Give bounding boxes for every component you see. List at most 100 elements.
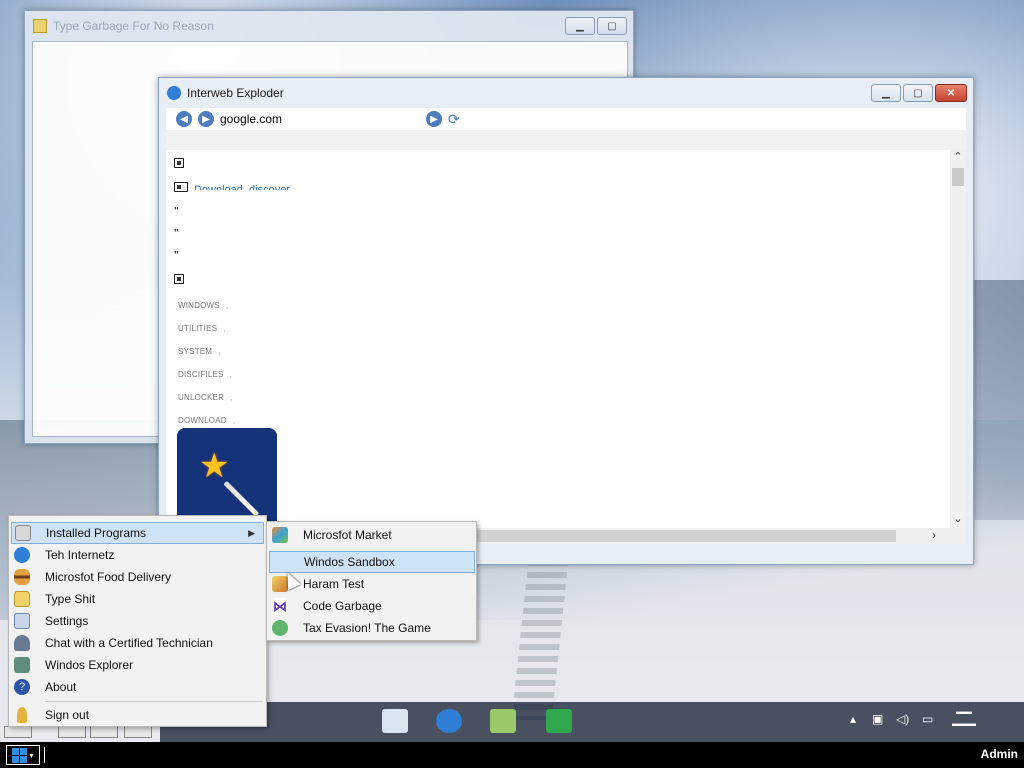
internet-explorer-icon xyxy=(167,86,181,100)
quote-mark: " xyxy=(174,228,179,239)
folder-taskbar-icon[interactable] xyxy=(490,709,516,733)
menu-item-label: Windos Sandbox xyxy=(304,555,395,569)
notification-icon[interactable]: ▭ xyxy=(922,712,933,726)
menu-item-type[interactable]: Type Shit xyxy=(11,588,264,610)
menu-item-installed-programs[interactable]: Installed Programs ▶ xyxy=(11,522,264,544)
address-input[interactable] xyxy=(220,112,420,126)
broken-image-icon xyxy=(174,158,184,168)
help-icon: ? xyxy=(14,679,30,695)
notepad-icon xyxy=(14,591,30,607)
menu-item-label: Sign out xyxy=(45,708,90,722)
technician-icon xyxy=(14,635,30,651)
menu-item-food-delivery[interactable]: Microsfot Food Delivery xyxy=(11,566,264,588)
chevron-right-icon: ▶ xyxy=(248,527,255,538)
close-button[interactable]: ✕ xyxy=(935,84,967,102)
mini-task[interactable] xyxy=(58,726,86,738)
star-icon: ★ xyxy=(199,447,230,485)
scroll-up-icon[interactable]: ⌃ xyxy=(950,150,966,166)
notepad-title: Type Garbage For No Reason xyxy=(53,19,214,33)
nav-link[interactable]: SYSTEM xyxy=(178,347,221,356)
page-content: Download_discover " " " WINDOWS UTILITIE… xyxy=(166,150,966,544)
internet-explorer-taskbar-icon[interactable] xyxy=(436,709,462,733)
vertical-scrollbar[interactable]: ⌃ ⌄ xyxy=(950,150,966,528)
key-icon xyxy=(17,707,27,723)
maximize-button[interactable]: ▢ xyxy=(597,17,627,35)
burger-icon xyxy=(14,569,30,585)
scroll-thumb[interactable] xyxy=(952,168,964,186)
scroll-right-icon[interactable]: › xyxy=(932,528,936,542)
maximize-button[interactable]: ▢ xyxy=(903,84,933,102)
menu-item-chat-technician[interactable]: Chat with a Certified Technician xyxy=(11,632,264,654)
menu-item-label: Chat with a Certified Technician xyxy=(45,636,213,650)
minimize-button[interactable]: ▁ xyxy=(871,84,901,102)
menu-item-label: Installed Programs xyxy=(46,526,147,540)
taskbar xyxy=(160,702,1024,742)
start-menu: Installed Programs ▶ Teh Internetz Micro… xyxy=(8,515,267,727)
refresh-icon[interactable]: ⟳ xyxy=(448,111,460,128)
network-icon[interactable]: ▣ xyxy=(872,712,883,726)
menu-item-label: Teh Internetz xyxy=(45,548,115,562)
mini-task[interactable] xyxy=(90,726,118,738)
menu-item-label: Windos Explorer xyxy=(45,658,134,672)
toolbar-strip xyxy=(166,130,966,150)
broken-image-icon xyxy=(174,182,188,192)
mini-task[interactable] xyxy=(4,726,32,738)
internet-explorer-icon xyxy=(14,547,30,563)
menu-item-label: Type Shit xyxy=(45,592,96,606)
navigation-bar: ◀ ▶ ▶ ⟳ xyxy=(166,108,966,130)
magic-wand-image: ★ xyxy=(177,428,277,528)
game-icon xyxy=(272,620,288,636)
quote-mark: " xyxy=(174,206,179,217)
menu-item-explorer[interactable]: Windos Explorer xyxy=(11,654,264,676)
submenu-item-game[interactable]: Tax Evasion! The Game xyxy=(269,617,475,639)
browser-title: Interweb Exploder xyxy=(187,86,284,100)
volume-icon[interactable]: ◁) xyxy=(896,712,909,726)
submenu-item-code[interactable]: ⋈ Code Garbage xyxy=(269,595,475,617)
menu-divider xyxy=(45,701,263,702)
nav-link[interactable]: DOWNLOAD xyxy=(178,416,235,425)
nav-link[interactable]: WINDOWS xyxy=(178,301,228,310)
menu-item-label: Haram Test xyxy=(303,577,365,591)
quote-mark: " xyxy=(174,250,179,261)
go-arrow-icon[interactable]: ▶ xyxy=(426,111,442,127)
menu-item-label: Tax Evasion! The Game xyxy=(303,621,431,635)
menu-item-label: Code Garbage xyxy=(303,599,382,613)
visual-studio-icon: ⋈ xyxy=(272,598,288,614)
menu-item-label: Microsfot Market xyxy=(303,528,392,542)
menu-item-about[interactable]: ? About xyxy=(11,676,264,698)
nav-link[interactable]: DISCIFILES xyxy=(178,370,232,379)
settings-icon xyxy=(14,613,30,629)
notepad-icon xyxy=(33,19,47,33)
windows-logo-icon xyxy=(273,554,289,570)
programs-icon xyxy=(15,525,31,541)
menu-item-label: Settings xyxy=(45,614,89,628)
submenu-item-market[interactable]: Microsfot Market xyxy=(269,524,475,546)
bottom-bar: ▾ Admin xyxy=(0,742,1024,768)
store-taskbar-icon[interactable] xyxy=(546,709,572,733)
minimize-button[interactable]: ▁ xyxy=(565,17,595,35)
nav-link[interactable]: UTILITIES xyxy=(178,324,226,333)
menu-item-settings[interactable]: Settings xyxy=(11,610,264,632)
chat-taskbar-icon[interactable] xyxy=(382,709,408,733)
tray-arrow-icon[interactable]: ▴ xyxy=(850,712,856,726)
browser-window[interactable]: Interweb Exploder ▁ ▢ ✕ ◀ ▶ ▶ ⟳ Download… xyxy=(158,77,974,565)
submenu-item-sandbox[interactable]: Windos Sandbox xyxy=(269,551,475,573)
start-button[interactable]: ▾ xyxy=(6,745,40,765)
windows-logo-icon xyxy=(12,747,28,763)
back-arrow-icon[interactable]: ◀ xyxy=(176,111,192,127)
download-link[interactable]: Download_discover xyxy=(194,184,290,190)
menu-item-label: Microsfot Food Delivery xyxy=(45,570,172,584)
wand-icon xyxy=(223,480,260,517)
menu-item-internet[interactable]: Teh Internetz xyxy=(11,544,264,566)
user-label[interactable]: Admin xyxy=(981,747,1018,761)
notepad-titlebar[interactable]: Type Garbage For No Reason ▁ ▢ xyxy=(25,11,633,41)
menu-item-sign-out[interactable]: Sign out xyxy=(11,704,264,726)
nav-link[interactable]: UNLOCKER xyxy=(178,393,233,402)
browser-titlebar[interactable]: Interweb Exploder ▁ ▢ ✕ xyxy=(159,78,973,108)
clock[interactable]: ▬▬ ▬▬▬ xyxy=(952,706,976,730)
mini-task[interactable] xyxy=(124,726,152,738)
market-icon xyxy=(272,527,288,543)
menu-item-label: About xyxy=(45,680,77,694)
forward-arrow-icon[interactable]: ▶ xyxy=(198,111,214,127)
scroll-down-icon[interactable]: ⌄ xyxy=(950,512,966,528)
